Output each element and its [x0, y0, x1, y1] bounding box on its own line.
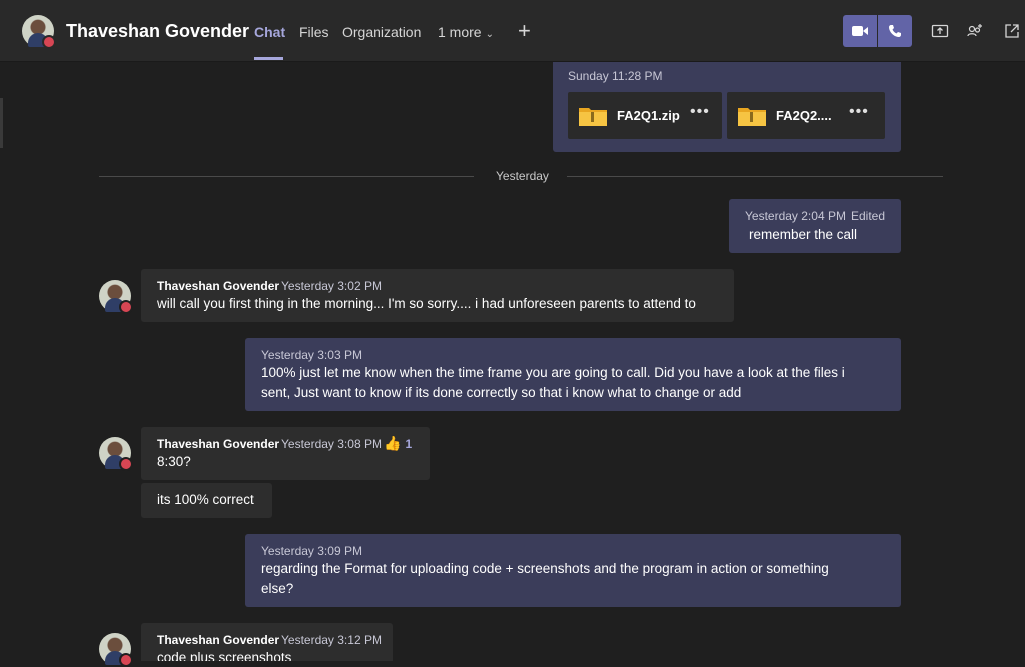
message-timestamp: Yesterday 2:04 PM [745, 209, 846, 223]
chat-header: Thaveshan Govender Chat Files Organizati… [0, 0, 1025, 62]
presence-busy-icon [119, 653, 133, 667]
message-timestamp: Yesterday 3:02 PM [281, 279, 382, 293]
left-panel-edge [0, 98, 3, 148]
message-text-line: sent, Just want to know if its done corr… [261, 385, 742, 400]
outgoing-message[interactable]: Yesterday 2:04 PM Edited remember the ca… [729, 199, 901, 253]
audio-call-icon [889, 25, 901, 37]
avatar[interactable] [22, 15, 56, 49]
avatar[interactable] [99, 633, 133, 667]
outgoing-message[interactable]: Yesterday 3:03 PM 100% just let me know … [245, 338, 901, 411]
message-timestamp: Yesterday 3:08 PM [281, 437, 382, 451]
zip-folder-icon [579, 108, 607, 126]
share-screen-icon[interactable] [931, 22, 949, 40]
message-timestamp: Yesterday 3:09 PM [261, 544, 362, 558]
zip-folder-icon [738, 108, 766, 126]
file-name: FA2Q1.zip [617, 108, 680, 123]
thumbs-up-icon: 👍 [384, 435, 402, 451]
message-text-line: 100% just let me know when the time fram… [261, 365, 845, 380]
message-text-line: else? [261, 581, 294, 596]
chevron-down-icon: ⌄ [485, 29, 494, 40]
video-call-icon [852, 26, 868, 36]
sender-name: Thaveshan Govender [157, 279, 280, 293]
incoming-message[interactable]: Thaveshan Govender Yesterday 3:08 PM 👍 1 … [141, 427, 430, 480]
file-attachment[interactable]: FA2Q2.... ••• [727, 92, 885, 139]
pop-out-icon[interactable] [1003, 22, 1021, 40]
sender-name: Thaveshan Govender [157, 633, 280, 647]
active-tab-indicator [254, 57, 283, 60]
tab-more[interactable]: 1 more ⌄ [438, 24, 494, 40]
message-text: 8:30? [157, 454, 191, 469]
presence-busy-icon [119, 457, 133, 471]
add-people-icon[interactable] [966, 22, 984, 40]
more-options-icon[interactable]: ••• [849, 103, 869, 121]
more-options-icon[interactable]: ••• [690, 103, 710, 121]
tab-chat[interactable]: Chat [254, 24, 285, 40]
file-message-bubble: Sunday 11:28 PM FA2Q1.zip ••• FA2Q2.... … [553, 62, 901, 152]
incoming-message[interactable]: its 100% correct [141, 483, 272, 518]
incoming-message[interactable]: Thaveshan Govender Yesterday 3:02 PM wil… [141, 269, 734, 322]
message-timestamp: Yesterday 3:03 PM [261, 348, 362, 362]
message-text: remember the call [749, 227, 858, 242]
presence-busy-icon [119, 300, 133, 314]
divider-line [567, 176, 943, 177]
divider-line [99, 176, 474, 177]
avatar[interactable] [99, 437, 133, 471]
message-timestamp: Sunday 11:28 PM [568, 69, 663, 83]
day-divider: Yesterday [496, 169, 549, 183]
tab-organization[interactable]: Organization [342, 24, 421, 40]
tab-more-label: 1 more [438, 24, 482, 40]
audio-call-button[interactable] [878, 15, 912, 47]
add-tab-icon[interactable]: + [518, 20, 531, 42]
message-text: will call you first thing in the morning… [157, 296, 696, 311]
video-call-button[interactable] [843, 15, 877, 47]
message-timestamp: Yesterday 3:12 PM [281, 633, 382, 647]
sender-name: Thaveshan Govender [157, 437, 280, 451]
message-text-line: regarding the Format for uploading code … [261, 561, 829, 576]
avatar[interactable] [99, 280, 133, 314]
file-name: FA2Q2.... [776, 108, 832, 123]
message-text: code plus screenshots [157, 650, 292, 661]
reaction-count: 1 [405, 437, 413, 451]
file-attachment[interactable]: FA2Q1.zip ••• [568, 92, 722, 139]
edited-label: Edited [851, 209, 886, 223]
outgoing-message[interactable]: Yesterday 3:09 PM regarding the Format f… [245, 534, 901, 607]
chat-title: Thaveshan Govender [66, 21, 250, 41]
message-text: its 100% correct [157, 492, 254, 507]
reaction[interactable]: 👍 1 [384, 435, 412, 452]
tab-files[interactable]: Files [299, 24, 329, 40]
presence-busy-icon [42, 35, 56, 49]
incoming-message[interactable]: Thaveshan Govender Yesterday 3:12 PM cod… [141, 623, 393, 661]
